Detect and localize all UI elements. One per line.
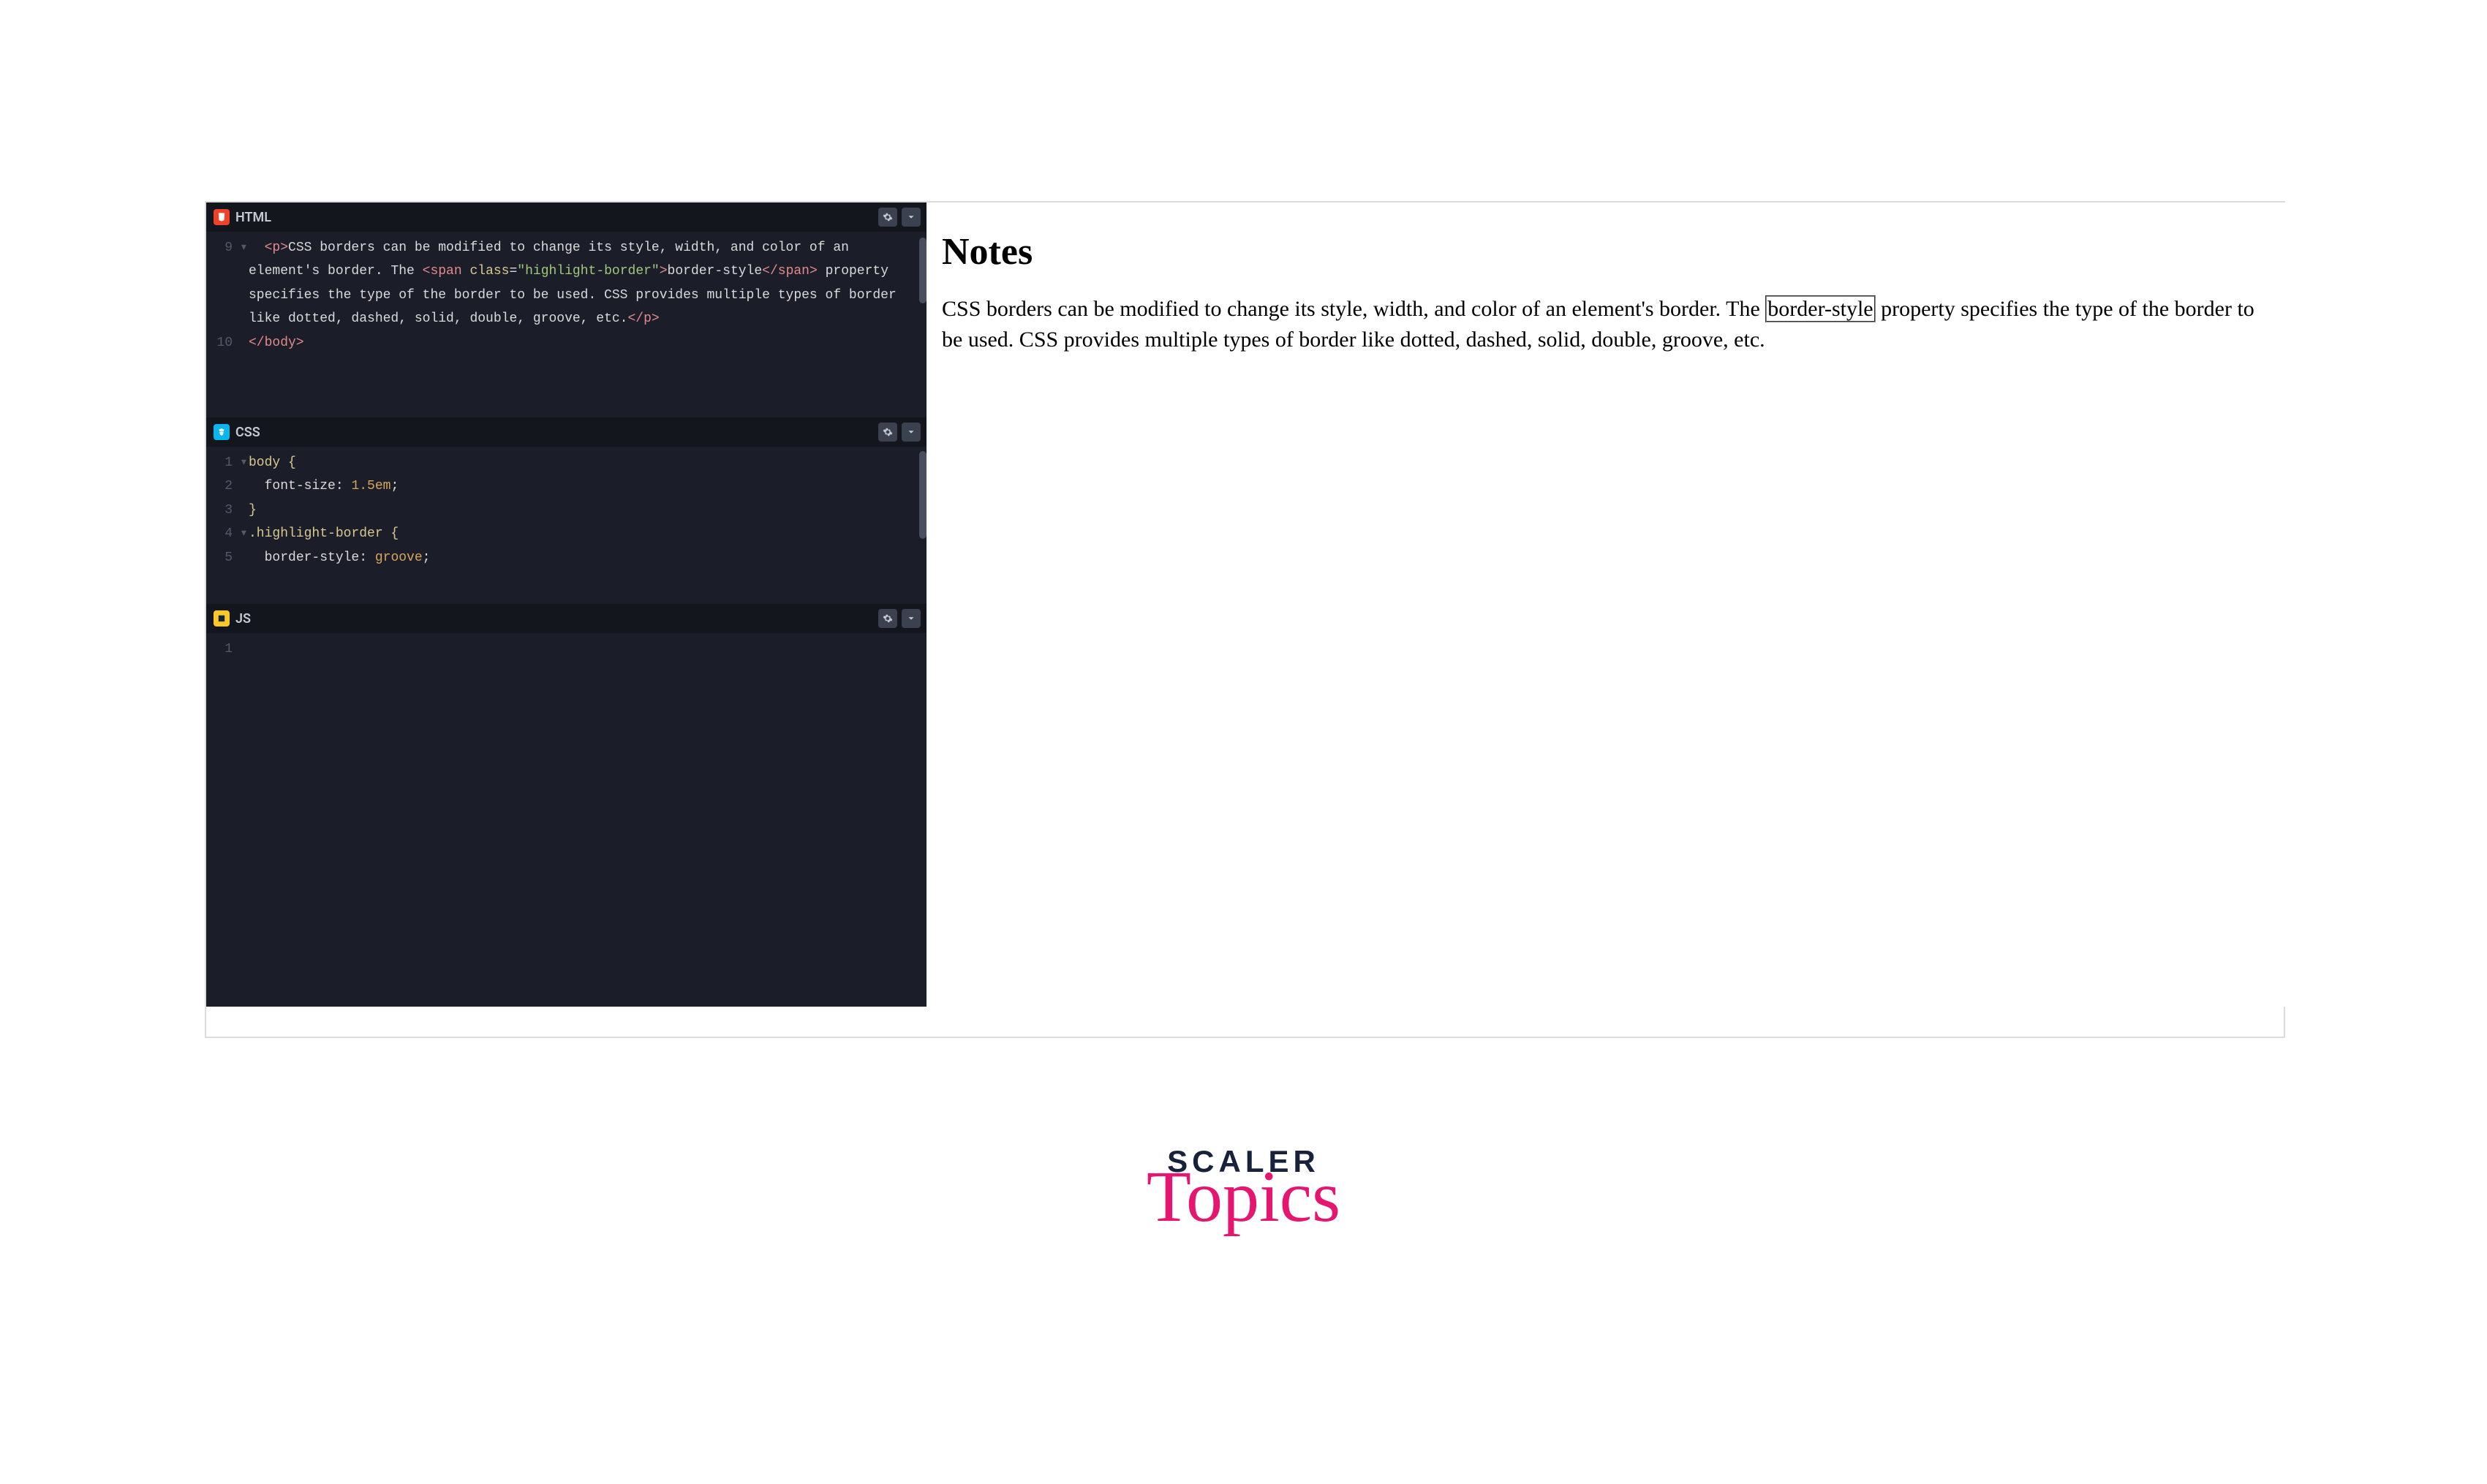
js-panel-title: JS xyxy=(235,611,251,626)
html-panel-title: HTML xyxy=(235,210,271,225)
preview-pane: Notes CSS borders can be modified to cha… xyxy=(927,202,2285,1007)
js-panel-header: JS xyxy=(206,604,927,633)
line-number: 9 xyxy=(206,236,240,331)
css-panel: CSS 1▾body { 2 font-size: 1.5em; 3} 4▾.h… xyxy=(206,417,927,604)
html-settings-button[interactable] xyxy=(878,208,897,227)
editor-panel: HTML 9 ▾ <p>CSS borders can be modified … xyxy=(206,202,927,1007)
html-panel: HTML 9 ▾ <p>CSS borders can be modified … xyxy=(206,202,927,417)
css-icon xyxy=(214,424,230,440)
css-settings-button[interactable] xyxy=(878,423,897,442)
css-scrollbar[interactable] xyxy=(919,451,927,539)
js-panel: JS 1 xyxy=(206,604,927,665)
line-number: 10 xyxy=(206,331,240,355)
js-collapse-button[interactable] xyxy=(902,609,921,628)
css-panel-title: CSS xyxy=(235,425,260,440)
preview-paragraph: CSS borders can be modified to change it… xyxy=(942,294,2271,355)
html-code-area[interactable]: 9 ▾ <p>CSS borders can be modified to ch… xyxy=(206,232,927,359)
css-panel-header: CSS xyxy=(206,417,927,447)
preview-heading: Notes xyxy=(942,230,2271,273)
css-code-area[interactable]: 1▾body { 2 font-size: 1.5em; 3} 4▾.highl… xyxy=(206,447,927,574)
js-code-area[interactable]: 1 xyxy=(206,633,927,665)
logo-bottom-text: Topics xyxy=(1147,1160,1340,1233)
js-icon xyxy=(214,610,230,626)
html-panel-header: HTML xyxy=(206,202,927,232)
js-settings-button[interactable] xyxy=(878,609,897,628)
scaler-topics-logo: SCALER Topics xyxy=(1147,1144,1340,1233)
css-collapse-button[interactable] xyxy=(902,423,921,442)
highlight-border-span: border-style xyxy=(1765,295,1875,322)
app-frame: HTML 9 ▾ <p>CSS borders can be modified … xyxy=(205,201,2285,1038)
html-collapse-button[interactable] xyxy=(902,208,921,227)
html-icon xyxy=(214,209,230,225)
html-scrollbar[interactable] xyxy=(919,238,927,303)
